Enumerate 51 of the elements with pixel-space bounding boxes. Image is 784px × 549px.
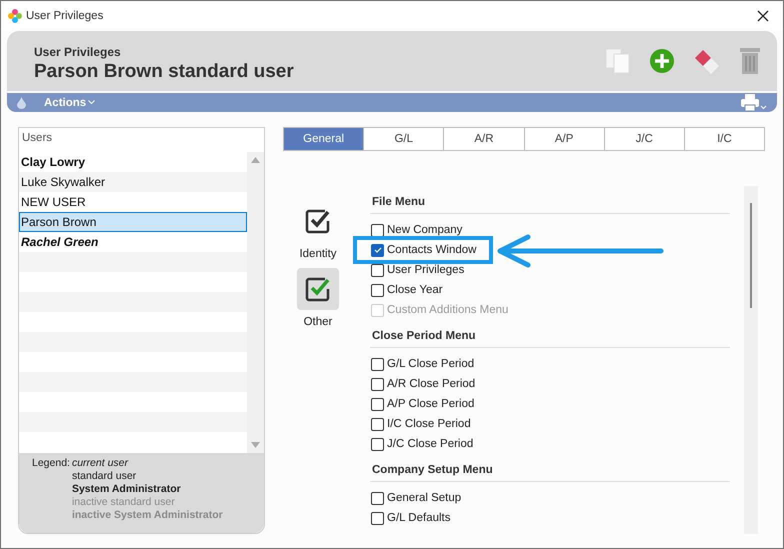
caret-icon xyxy=(88,100,96,105)
scroll-up-icon[interactable] xyxy=(251,157,260,163)
section-heading: Close Period Menu xyxy=(370,320,730,348)
user-list-item[interactable]: NEW USER xyxy=(19,192,247,212)
header-subtitle: User Privileges xyxy=(34,45,122,59)
checkbox-icon xyxy=(305,208,331,234)
category-button[interactable]: Identity xyxy=(297,200,339,260)
app-logo-icon xyxy=(7,8,23,24)
legend-entry: inactive standard user xyxy=(72,496,176,509)
permission-checkbox[interactable]: A/P Close Period xyxy=(370,394,474,414)
scrollbar[interactable] xyxy=(247,152,264,453)
permission-checkbox[interactable]: General Setup xyxy=(370,488,462,508)
scroll-down-icon[interactable] xyxy=(251,442,260,448)
trash-icon[interactable] xyxy=(739,47,761,75)
legend-entry: System Administrator xyxy=(72,483,182,496)
section-heading: File Menu xyxy=(370,186,730,214)
user-list-item[interactable]: Parson Brown xyxy=(19,212,247,232)
eraser-icon[interactable] xyxy=(693,48,721,74)
scrollbar[interactable] xyxy=(744,186,758,534)
tab[interactable]: General xyxy=(284,128,364,150)
user-list-item[interactable]: Rachel Green xyxy=(19,232,247,252)
section-heading: Company Setup Menu xyxy=(370,454,730,482)
header-title: Parson Brown standard user xyxy=(34,61,295,83)
window-title: User Privileges xyxy=(26,10,104,22)
users-heading: Users xyxy=(21,131,54,146)
permission-checkbox[interactable]: G/L Defaults xyxy=(370,508,450,528)
permission-checkbox[interactable]: G/L Close Period xyxy=(370,354,474,374)
drop-icon xyxy=(17,96,26,108)
legend-entry: current user xyxy=(72,457,130,470)
legend-label: Legend: xyxy=(32,457,70,471)
printer-icon[interactable] xyxy=(741,94,767,112)
legend-entry: inactive System Administrator xyxy=(72,509,223,522)
close-icon xyxy=(757,10,769,22)
user-list-item[interactable]: Clay Lowry xyxy=(19,152,247,172)
permission-checkbox[interactable]: A/R Close Period xyxy=(370,374,476,394)
tab[interactable]: A/R xyxy=(443,128,524,150)
tab[interactable]: I/C xyxy=(684,128,764,150)
user-list-item[interactable]: Luke Skywalker xyxy=(19,172,247,192)
permission-checkbox[interactable]: Contacts Window xyxy=(370,240,476,260)
check-icon xyxy=(372,245,382,255)
permission-checkbox[interactable]: User Privileges xyxy=(370,260,464,280)
legend-entry: standard user xyxy=(72,470,138,483)
permission-checkbox[interactable]: J/C Close Period xyxy=(370,434,474,454)
add-icon[interactable] xyxy=(649,48,675,74)
tab[interactable]: G/L xyxy=(363,128,444,150)
permission-checkbox[interactable]: I/C Close Period xyxy=(370,414,471,434)
tab[interactable]: A/P xyxy=(524,128,604,150)
permission-checkbox[interactable]: New Company xyxy=(370,220,462,240)
checkbox-icon xyxy=(305,276,331,302)
tab[interactable]: J/C xyxy=(604,128,684,150)
permission-checkbox[interactable]: Close Year xyxy=(370,280,443,300)
